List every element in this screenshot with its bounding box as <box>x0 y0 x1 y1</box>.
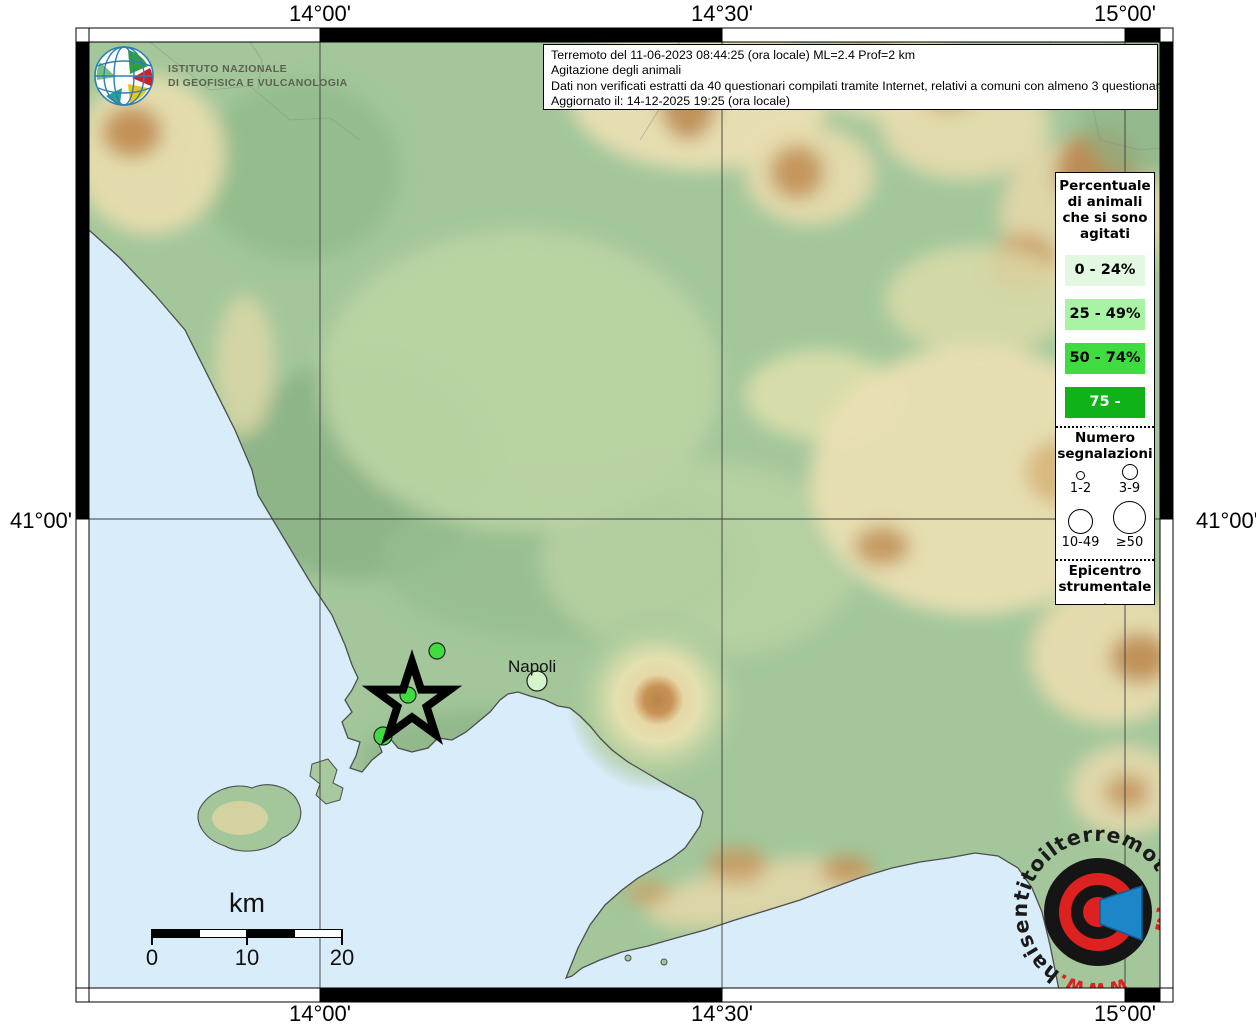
event-info-line3: Dati non verificati estratti da 40 quest… <box>551 79 1150 94</box>
axis-label-left-41-00: 41°00' <box>2 508 72 534</box>
ingv-line2: DI GEOFISICA E VULCANOLOGIA <box>168 76 348 90</box>
axis-label-top-14-30: 14°30' <box>652 1 792 27</box>
legend-percent-title-line: Percentuale <box>1056 178 1154 194</box>
legend-epicenter-title-line: strumentale <box>1056 579 1154 595</box>
event-info-line4: Aggiornato il: 14-12-2025 19:25 (ora loc… <box>551 94 1150 109</box>
map-content: www.haisentitoilterremoto.it ? <box>75 20 1221 1024</box>
legend-divider <box>1056 559 1154 561</box>
event-info-box: Terremoto del 11-06-2023 08:44:25 (ora l… <box>543 44 1158 110</box>
scale-segment <box>294 930 343 937</box>
axis-label-top-15-00: 15°00' <box>1055 1 1195 27</box>
legend-counts-title: Numero segnalazioni <box>1056 430 1154 462</box>
scale-segment <box>247 930 294 937</box>
count-label: ≥50 <box>1116 534 1143 551</box>
islet <box>661 959 667 965</box>
legend-epicenter-title: Epicentro strumentale <box>1056 563 1154 595</box>
scale-tick <box>246 938 248 945</box>
city-label-napoli: Napoli <box>508 657 556 677</box>
scale-number-20: 20 <box>330 945 354 971</box>
report-dot <box>429 643 445 659</box>
scale-number-10: 10 <box>235 945 259 971</box>
islet <box>625 955 631 961</box>
scale-bar: km 0 10 20 <box>151 888 343 974</box>
legend-count-50plus: ≥50 <box>1105 497 1154 551</box>
axis-label-bottom-14-30: 14°30' <box>652 1001 792 1024</box>
legend-counts-title-line: segnalazioni <box>1056 446 1154 462</box>
legend-counts-title-line: Numero <box>1056 430 1154 446</box>
axis-label-right-41-00: 41°00' <box>1196 508 1256 534</box>
count-label: 3-9 <box>1119 480 1140 497</box>
legend-percent-title: Percentuale di animali che si sono agita… <box>1056 178 1154 242</box>
island-ischia-hill <box>212 801 268 835</box>
count-circle-large-icon <box>1068 509 1093 534</box>
count-label: 10-49 <box>1062 534 1100 551</box>
scale-segment <box>152 930 199 937</box>
scale-segment <box>199 930 248 937</box>
count-circle-small-icon <box>1076 471 1085 480</box>
scale-bar-unit: km <box>151 888 343 919</box>
event-info-line1: Terremoto del 11-06-2023 08:44:25 (ora l… <box>551 48 1150 63</box>
legend-swatch-50-74: 50 - 74% <box>1065 343 1145 374</box>
ingv-line1: ISTITUTO NAZIONALE <box>168 62 348 76</box>
count-label: 1-2 <box>1070 480 1091 497</box>
axis-label-bottom-14-00: 14°00' <box>250 1001 390 1024</box>
count-circle-xlarge-icon <box>1113 501 1146 534</box>
scale-bar-segments <box>151 929 343 938</box>
legend-swatch-25-49: 25 - 49% <box>1065 299 1145 330</box>
ingv-wordmark: ISTITUTO NAZIONALE DI GEOFISICA E VULCAN… <box>168 62 348 90</box>
ingv-logo: ISTITUTO NAZIONALE DI GEOFISICA E VULCAN… <box>92 44 348 108</box>
legend-count-sizes: 1-2 3-9 10-49 ≥50 <box>1056 464 1154 551</box>
axis-label-bottom-15-00: 15°00' <box>1055 1001 1195 1024</box>
legend-count-1-2: 1-2 <box>1056 464 1105 497</box>
legend-epicenter-star-icon: ☆ <box>1056 599 1154 605</box>
legend-epicenter-title-line: Epicentro <box>1056 563 1154 579</box>
legend-swatch-0-24: 0 - 24% <box>1065 255 1145 286</box>
axis-label-top-14-00: 14°00' <box>250 1 390 27</box>
legend-percent-title-line: di animali <box>1056 194 1154 210</box>
map-figure: www.haisentitoilterremoto.it ? <box>0 0 1256 1024</box>
legend-count-10-49: 10-49 <box>1056 497 1105 551</box>
legend-percent-title-line: agitati <box>1056 226 1154 242</box>
legend-swatch-75-100: 75 - 100% <box>1065 387 1145 418</box>
scale-number-0: 0 <box>146 945 158 971</box>
ingv-globe-icon <box>92 44 156 108</box>
event-info-line2: Agitazione degli animali <box>551 63 1150 78</box>
map-legend: Percentuale di animali che si sono agita… <box>1055 172 1155 605</box>
legend-percent-title-line: che si sono <box>1056 210 1154 226</box>
count-circle-medium-icon <box>1122 464 1138 480</box>
scale-tick <box>151 938 153 945</box>
scale-tick <box>341 938 343 945</box>
legend-count-3-9: 3-9 <box>1105 464 1154 497</box>
